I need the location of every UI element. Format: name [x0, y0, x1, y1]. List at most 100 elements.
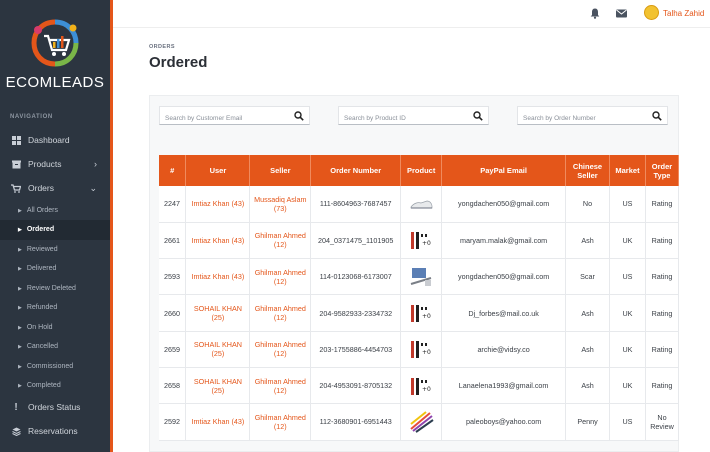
- search-icon[interactable]: [294, 111, 304, 121]
- seller-cell[interactable]: Ghilman Ahmed (12): [249, 331, 312, 368]
- column-header[interactable]: #: [159, 155, 187, 186]
- pens-product-thumbnail[interactable]: +0: [408, 227, 435, 254]
- order-id-cell: 2593: [159, 258, 187, 296]
- product-id-input[interactable]: [339, 110, 488, 127]
- user-cell[interactable]: Imtiaz Khan (43): [185, 258, 251, 296]
- user-cell[interactable]: Imtiaz Khan (43): [185, 186, 251, 223]
- product-cell[interactable]: +0: [400, 331, 443, 368]
- caret-right-icon: ▶: [18, 304, 22, 311]
- pens-product-thumbnail[interactable]: +0: [408, 300, 435, 327]
- pens-product-thumbnail[interactable]: +0: [408, 336, 435, 363]
- seller-cell[interactable]: Ghilman Ahmed (12): [249, 294, 312, 332]
- column-header[interactable]: Market: [609, 155, 646, 186]
- table-row[interactable]: 2593 Imtiaz Khan (43) Ghilman Ahmed (12) 11…: [159, 258, 679, 296]
- table-row[interactable]: 2247 Imtiaz Khan (43) Mussadiq Aslam (73) 1…: [159, 186, 679, 223]
- sidebar-subitem-refunded[interactable]: ▶ Refunded: [0, 298, 110, 318]
- page-title: Ordered: [149, 54, 208, 71]
- order-id-cell: 2658: [159, 367, 187, 405]
- order-id-cell: 2247: [159, 186, 187, 223]
- order-type-cell: No Review: [645, 403, 679, 441]
- user-cell[interactable]: SOHAIL KHAN (25): [185, 367, 251, 405]
- order-number-cell: 204-4953091-8705132: [310, 367, 402, 405]
- sidebar-subitem-label: Refunded: [26, 304, 58, 312]
- mail-icon[interactable]: [615, 7, 627, 19]
- product-cell[interactable]: +0: [400, 222, 443, 260]
- column-header[interactable]: Order Number: [310, 155, 402, 186]
- seller-cell[interactable]: Ghilman Ahmed (12): [249, 403, 312, 441]
- product-cell[interactable]: [400, 186, 443, 223]
- product-cell[interactable]: [400, 258, 443, 296]
- pens-product-thumbnail[interactable]: +0: [408, 372, 435, 399]
- brand-name: ECOMLEADS: [5, 74, 105, 91]
- brand-logo[interactable]: ECOMLEADS: [0, 14, 110, 94]
- seller-cell[interactable]: Mussadiq Aslam (73): [249, 186, 312, 223]
- table-row[interactable]: 2659 SOHAIL KHAN (25) Ghilman Ahmed (12) 20…: [159, 331, 679, 368]
- sidebar-subitem-reviewed[interactable]: ▶ Reviewed: [0, 240, 110, 260]
- column-header[interactable]: Order Type: [645, 155, 679, 186]
- sidebar-subitem-cancelled[interactable]: ▶ Cancelled: [0, 337, 110, 357]
- product-cell[interactable]: +0: [400, 294, 443, 332]
- sidebar-subitem-label: Cancelled: [26, 343, 58, 351]
- sidebar-subitem-delivered[interactable]: ▶ Delivered: [0, 259, 110, 279]
- caret-right-icon: ▶: [18, 324, 22, 331]
- caret-right-icon: ▶: [18, 363, 22, 370]
- column-header[interactable]: User: [185, 155, 251, 186]
- product-cell[interactable]: +0: [400, 367, 443, 405]
- sidebar-subitem-commissioned[interactable]: ▶ Commissioned: [0, 357, 110, 377]
- orders-table-viewport[interactable]: # User Seller Order Number Product PayPa…: [159, 155, 679, 452]
- table-row[interactable]: 2658 SOHAIL KHAN (25) Ghilman Ahmed (12) 20…: [159, 367, 679, 405]
- user-cell[interactable]: Imtiaz Khan (43): [185, 403, 251, 441]
- sidebar-subitem-ordered[interactable]: ▶ Ordered: [0, 220, 110, 240]
- sidebar-item-label: Dashboard: [28, 135, 70, 145]
- customer-email-input[interactable]: [160, 110, 309, 127]
- product-cell[interactable]: [400, 403, 443, 441]
- sidebar-subitem-completed[interactable]: ▶ Completed: [0, 376, 110, 396]
- breadcrumb: ORDERS: [149, 44, 175, 50]
- sidebar-item-orders[interactable]: Orders ⌄: [0, 177, 110, 199]
- sidebar-item-products[interactable]: Products ›: [0, 153, 110, 175]
- order-number-search: [517, 106, 668, 127]
- device-product-thumbnail[interactable]: [408, 263, 435, 290]
- sidebar-item-label: Products: [28, 159, 62, 169]
- search-icon[interactable]: [473, 111, 483, 121]
- table-row[interactable]: 2661 Imtiaz Khan (43) Ghilman Ahmed (12) 20…: [159, 222, 679, 260]
- bell-icon[interactable]: [589, 7, 601, 19]
- table-body: 2247 Imtiaz Khan (43) Mussadiq Aslam (73) 1…: [159, 186, 679, 441]
- order-type-cell: Rating: [645, 294, 679, 332]
- nav-heading: NAVIGATION: [10, 114, 53, 120]
- market-cell: UK: [609, 367, 646, 405]
- order-number-input[interactable]: [518, 110, 667, 127]
- user-cell[interactable]: SOHAIL KHAN (25): [185, 331, 251, 368]
- order-type-cell: Rating: [645, 222, 679, 260]
- caret-right-icon: ▶: [18, 265, 22, 272]
- seller-cell[interactable]: Ghilman Ahmed (12): [249, 367, 312, 405]
- seller-cell[interactable]: Ghilman Ahmed (12): [249, 222, 312, 260]
- sidebar-subitem-on-hold[interactable]: ▶ On Hold: [0, 318, 110, 338]
- sidebar-subitem-review-deleted[interactable]: ▶ Review Deleted: [0, 279, 110, 299]
- user-cell[interactable]: SOHAIL KHAN (25): [185, 294, 251, 332]
- sidebar-item-dashboard[interactable]: Dashboard: [0, 129, 110, 151]
- layers-icon: [11, 426, 21, 436]
- markers-product-thumbnail[interactable]: [408, 408, 435, 435]
- column-header[interactable]: PayPal Email: [441, 155, 567, 186]
- shoe-product-thumbnail[interactable]: [408, 190, 435, 217]
- user-cell[interactable]: Imtiaz Khan (43): [185, 222, 251, 260]
- sidebar-subitem-label: Review Deleted: [26, 285, 76, 293]
- sidebar-item-reservations[interactable]: Reservations: [0, 420, 110, 442]
- table-row[interactable]: 2660 SOHAIL KHAN (25) Ghilman Ahmed (12) 20…: [159, 294, 679, 332]
- table-row[interactable]: 2592 Imtiaz Khan (43) Ghilman Ahmed (12) 11…: [159, 403, 679, 441]
- seller-cell[interactable]: Ghilman Ahmed (12): [249, 258, 312, 296]
- search-icon[interactable]: [652, 111, 662, 121]
- avatar[interactable]: [644, 5, 659, 20]
- paypal-email-cell: yongdachen050@gmail.com: [441, 258, 567, 296]
- chinese-seller-cell: Ash: [565, 294, 610, 332]
- column-header[interactable]: Seller: [249, 155, 312, 186]
- user-name[interactable]: Talha Zahid: [663, 9, 704, 18]
- grid-icon: [11, 135, 21, 145]
- svg-text:+0: +0: [422, 386, 431, 393]
- sidebar-subitem-all-orders[interactable]: ▶ All Orders: [0, 201, 110, 221]
- svg-text:+0: +0: [422, 313, 431, 320]
- sidebar-item-orders-status[interactable]: ! Orders Status: [0, 396, 110, 418]
- column-header[interactable]: Chinese Seller: [565, 155, 610, 186]
- column-header[interactable]: Product: [400, 155, 443, 186]
